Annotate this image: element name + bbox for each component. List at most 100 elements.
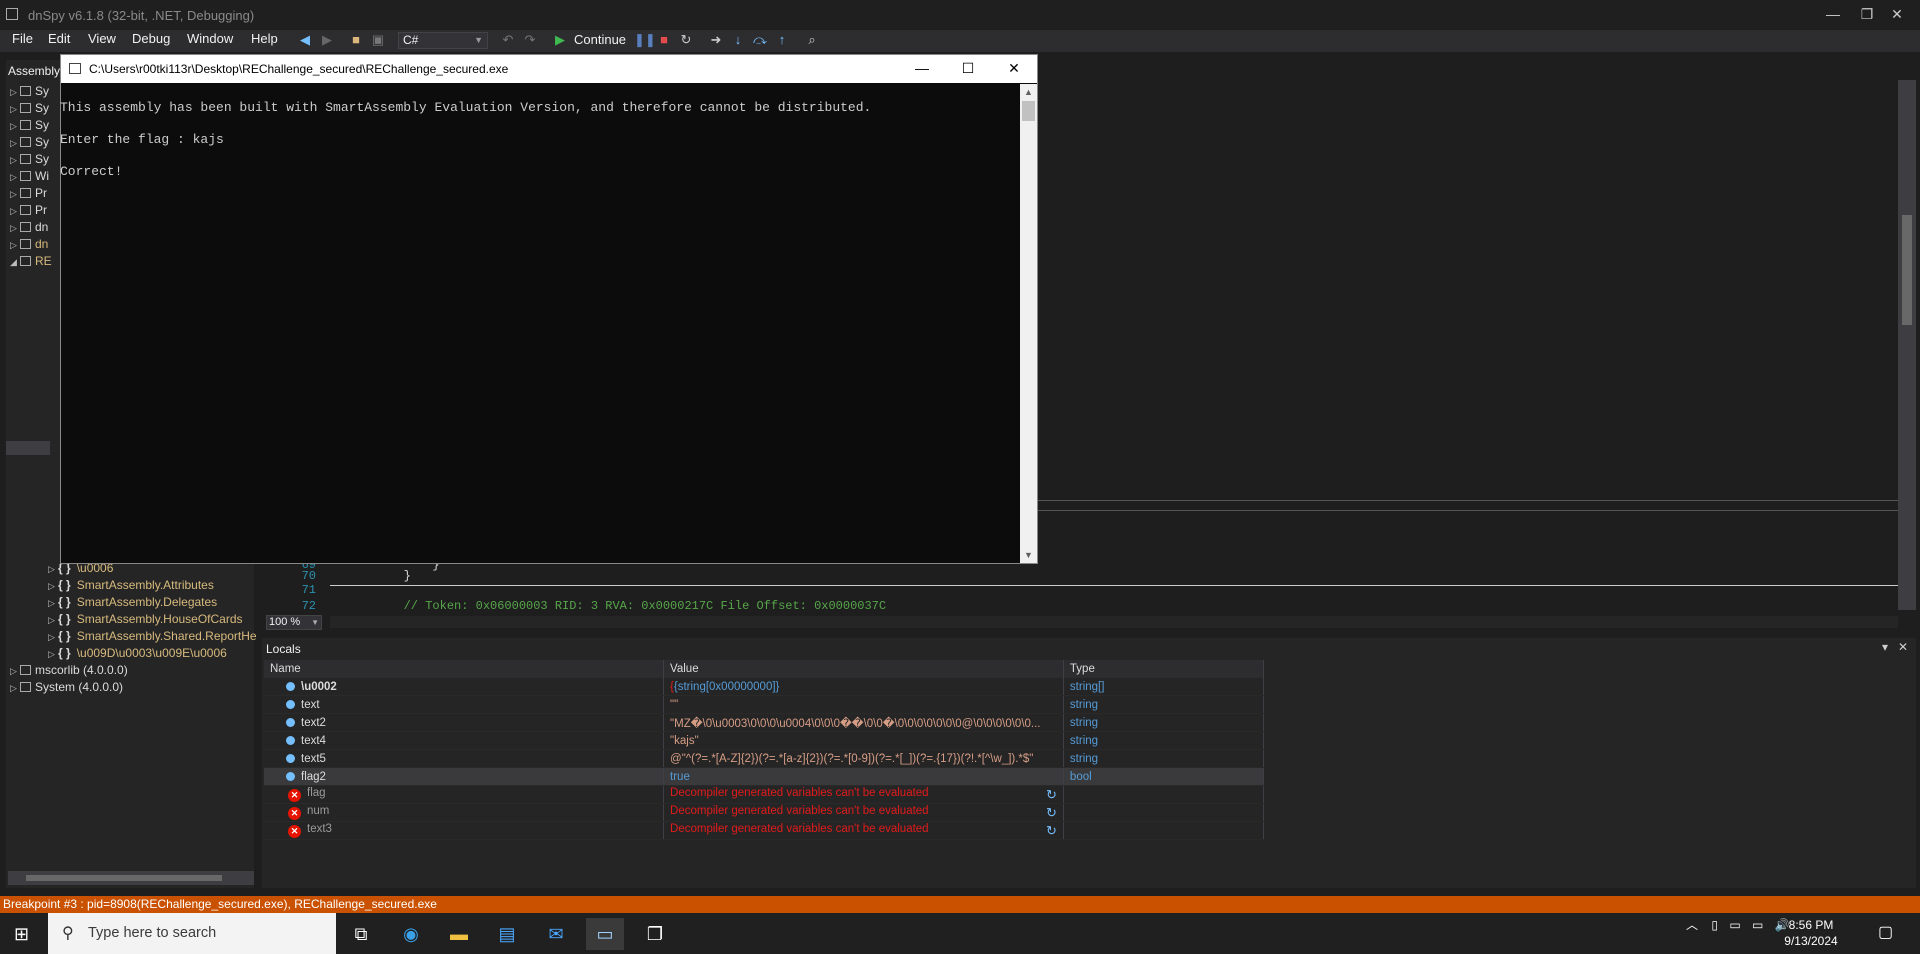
open-folder-icon[interactable]: ■ — [348, 32, 364, 48]
device-icon[interactable]: ▯ — [1711, 918, 1718, 932]
column-header-name[interactable]: Name — [264, 660, 665, 678]
namespace-item[interactable]: ▷{ } \u009D\u0003\u009E\u0006 — [48, 646, 257, 663]
tree-item[interactable]: ◢ RE — [10, 254, 52, 271]
tree-item[interactable]: ▷ Sy — [10, 101, 52, 118]
table-row[interactable]: text4 "kajs" string — [264, 731, 1265, 750]
undo-icon[interactable]: ↶ — [500, 32, 516, 48]
chevron-down-icon[interactable]: ▾ — [1882, 640, 1888, 654]
continue-icon[interactable]: ▶ — [552, 32, 568, 48]
show-next-statement-icon[interactable]: ➜ — [708, 32, 724, 48]
redo-icon[interactable]: ↷ — [522, 32, 538, 48]
task-view-icon[interactable]: ⧉ — [342, 918, 380, 950]
refresh-icon[interactable]: ↻ — [1046, 823, 1057, 839]
namespace-item[interactable]: ▷{ } SmartAssembly.HouseOfCards — [48, 612, 257, 629]
assembly-icon — [20, 103, 31, 113]
separator — [330, 585, 1898, 586]
notification-icon[interactable]: ▢ — [1878, 922, 1893, 942]
edge-browser-icon[interactable]: ◉ — [392, 918, 430, 950]
refresh-icon[interactable]: ↻ — [1046, 805, 1057, 821]
pause-icon[interactable]: ❚❚ — [634, 32, 656, 48]
menu-file[interactable]: File — [12, 31, 33, 46]
console-close-button[interactable]: ✕ — [991, 55, 1037, 83]
tree-item[interactable]: ▷ Sy — [10, 118, 52, 135]
table-row[interactable]: ✕ flag Decompiler generated variables can… — [264, 785, 1265, 804]
namespace-item[interactable]: ▷{ } SmartAssembly.Shared.ReportHe — [48, 629, 257, 646]
taskbar-search[interactable]: ⚲ Type here to search — [48, 913, 336, 954]
close-icon[interactable]: ✕ — [1898, 640, 1908, 654]
dnspy-app-icon[interactable]: ❐ — [636, 918, 674, 950]
table-row[interactable]: text5 @"^(?=.*[A-Z]{2})(?=.*[a-z]{2})(?=… — [264, 749, 1265, 768]
console-maximize-button[interactable]: ☐ — [945, 55, 991, 83]
separator — [1036, 500, 1898, 501]
zoom-select[interactable]: 100 % ▼ — [266, 615, 322, 630]
scroll-up-icon[interactable]: ▲ — [1020, 84, 1037, 100]
table-row[interactable]: text "" string — [264, 695, 1265, 714]
language-select[interactable]: C# ▼ — [398, 32, 488, 49]
namespace-item[interactable]: ▷{ } SmartAssembly.Attributes — [48, 578, 257, 595]
step-over-icon[interactable]: ⤼ — [752, 32, 768, 48]
network-icon[interactable]: ▭ — [1729, 918, 1740, 932]
table-row[interactable]: \u0002 {{string[0x00000000]} string[] — [264, 678, 1265, 696]
console-line: This assembly has been built with SmartA… — [60, 100, 872, 115]
tree-item[interactable]: ▷ Pr — [10, 203, 52, 220]
battery-icon[interactable]: ▭ — [1752, 918, 1763, 932]
column-header-type[interactable]: Type — [1063, 660, 1265, 678]
tree-item[interactable]: ▷ dn — [10, 220, 52, 237]
console-vertical-scrollbar[interactable]: ▲ ▼ — [1020, 84, 1037, 563]
chevron-up-icon[interactable]: ︿ — [1686, 918, 1698, 932]
console-minimize-button[interactable]: — — [899, 55, 945, 83]
console-app-icon[interactable]: ▭ — [586, 918, 624, 950]
variable-icon — [286, 771, 295, 781]
menu-debug[interactable]: Debug — [132, 31, 170, 46]
code-horizontal-scrollbar[interactable] — [330, 616, 1898, 628]
clock-date: 9/13/2024 — [1784, 934, 1838, 948]
file-explorer-icon[interactable]: ▬ — [440, 918, 478, 950]
step-out-icon[interactable]: ↑ — [774, 32, 790, 48]
tree-item[interactable]: ▷ Wi — [10, 169, 52, 186]
refresh-icon[interactable]: ↻ — [1046, 787, 1057, 803]
tree-item-system[interactable]: ▷ System (4.0.0.0) — [10, 680, 128, 697]
menu-view[interactable]: View — [88, 31, 116, 46]
table-row[interactable]: flag2 true bool — [264, 767, 1265, 786]
column-header-value[interactable]: Value — [663, 660, 1064, 678]
scroll-down-icon[interactable]: ▼ — [1020, 547, 1037, 563]
menu-edit[interactable]: Edit — [48, 31, 70, 46]
scrollbar-thumb[interactable] — [1022, 101, 1035, 121]
table-row[interactable]: text2 "MZ�\0\u0003\0\0\0\u0004\0\0\0��\0… — [264, 713, 1265, 732]
title-bar: dnSpy v6.1.8 (32-bit, .NET, Debugging) —… — [0, 0, 1920, 30]
assembly-explorer-tab[interactable]: Assembly — [8, 64, 60, 78]
windows-start-icon[interactable]: ⊞ — [14, 924, 29, 945]
assembly-icon — [20, 188, 31, 198]
tree-item[interactable]: ▷ Sy — [10, 135, 52, 152]
back-icon[interactable]: ◀ — [297, 32, 313, 48]
tree-item[interactable]: ▷ dn — [10, 237, 52, 254]
locals-table: Name Value Type \u0002 {{string[0x000000… — [264, 660, 1265, 840]
code-vertical-scrollbar[interactable] — [1898, 80, 1916, 610]
scrollbar-thumb[interactable] — [26, 875, 222, 881]
store-icon[interactable]: ▤ — [488, 918, 526, 950]
assembly-horizontal-scrollbar[interactable] — [8, 871, 254, 885]
menu-window[interactable]: Window — [187, 31, 233, 46]
save-icon[interactable]: ▣ — [370, 32, 386, 48]
scrollbar-thumb[interactable] — [1902, 215, 1912, 325]
table-row[interactable]: ✕ text3 Decompiler generated variables ca… — [264, 821, 1265, 840]
namespace-item[interactable]: ▷{ } SmartAssembly.Delegates — [48, 595, 257, 612]
menu-help[interactable]: Help — [251, 31, 278, 46]
restart-icon[interactable]: ↻ — [678, 32, 694, 48]
tree-item[interactable]: ▷ Pr — [10, 186, 52, 203]
close-button[interactable]: ✕ — [1874, 0, 1920, 30]
console-line: Correct! — [60, 164, 123, 179]
continue-button[interactable]: Continue — [574, 32, 626, 47]
forward-icon[interactable]: ▶ — [319, 32, 335, 48]
namespace-icon: { } — [58, 629, 71, 643]
table-row[interactable]: ✕ num Decompiler generated variables can'… — [264, 803, 1265, 822]
taskbar-clock[interactable]: 8:56 PM 9/13/2024 — [1766, 917, 1856, 949]
step-into-icon[interactable]: ↓ — [730, 32, 746, 48]
tree-item-mscorlib[interactable]: ▷ mscorlib (4.0.0.0) — [10, 663, 128, 680]
search-icon[interactable]: ⌕ — [804, 32, 820, 48]
tree-item[interactable]: ▷ Sy — [10, 152, 52, 169]
mail-icon[interactable]: ✉ — [537, 918, 575, 950]
variable-icon — [286, 753, 295, 763]
tree-item[interactable]: ▷ Sy — [10, 84, 52, 101]
stop-icon[interactable]: ■ — [656, 32, 672, 48]
